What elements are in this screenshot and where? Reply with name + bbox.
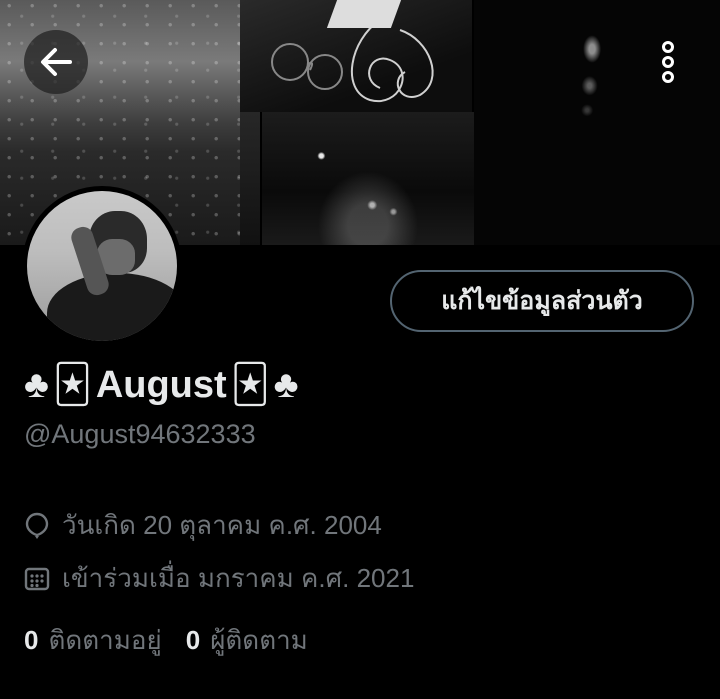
club-symbol: ♣: [273, 364, 299, 406]
followers-link[interactable]: 0 ผู้ติดตาม: [186, 620, 308, 661]
edit-profile-button[interactable]: แก้ไขข้อมูลส่วนตัว: [390, 270, 694, 332]
back-button[interactable]: [24, 30, 88, 94]
calendar-icon: [24, 567, 50, 590]
banner-paper-shape: [326, 0, 402, 28]
avatar-image: [27, 191, 177, 341]
following-count: 0: [24, 625, 39, 655]
followers-count: 0: [185, 625, 201, 655]
birthday-info: วันเกิด 20 ตุลาคม ค.ศ. 2004: [24, 505, 382, 546]
user-handle: @August94632333: [24, 419, 256, 449]
more-vertical-icon: [662, 41, 674, 83]
following-label: ติดตามอยู่: [48, 625, 162, 655]
follow-stats: 0 ติดตามอยู่ 0 ผู้ติดตาม: [24, 620, 332, 661]
joined-info: เข้าร่วมเมื่อ มกราคม ค.ศ. 2021: [24, 558, 414, 599]
display-name-text: August: [95, 364, 227, 406]
club-symbol: ♣: [24, 364, 49, 406]
followers-label: ผู้ติดตาม: [210, 625, 308, 655]
following-link[interactable]: 0 ติดตามอยู่: [24, 620, 162, 661]
avatar[interactable]: [22, 186, 182, 346]
display-name: ♣ 🃏 August 🃏 ♣: [24, 360, 299, 410]
arrow-left-icon: [41, 48, 72, 76]
more-options-button[interactable]: [636, 30, 700, 94]
banner-lights-image: [262, 112, 474, 245]
birthday-text: วันเกิด 20 ตุลาคม ค.ศ. 2004: [62, 510, 382, 540]
balloon-icon: [25, 512, 49, 539]
joined-text: เข้าร่วมเมื่อ มกราคม ค.ศ. 2021: [62, 563, 415, 593]
joker-emoji: 🃏: [52, 364, 92, 406]
joker-emoji: 🃏: [230, 364, 270, 406]
